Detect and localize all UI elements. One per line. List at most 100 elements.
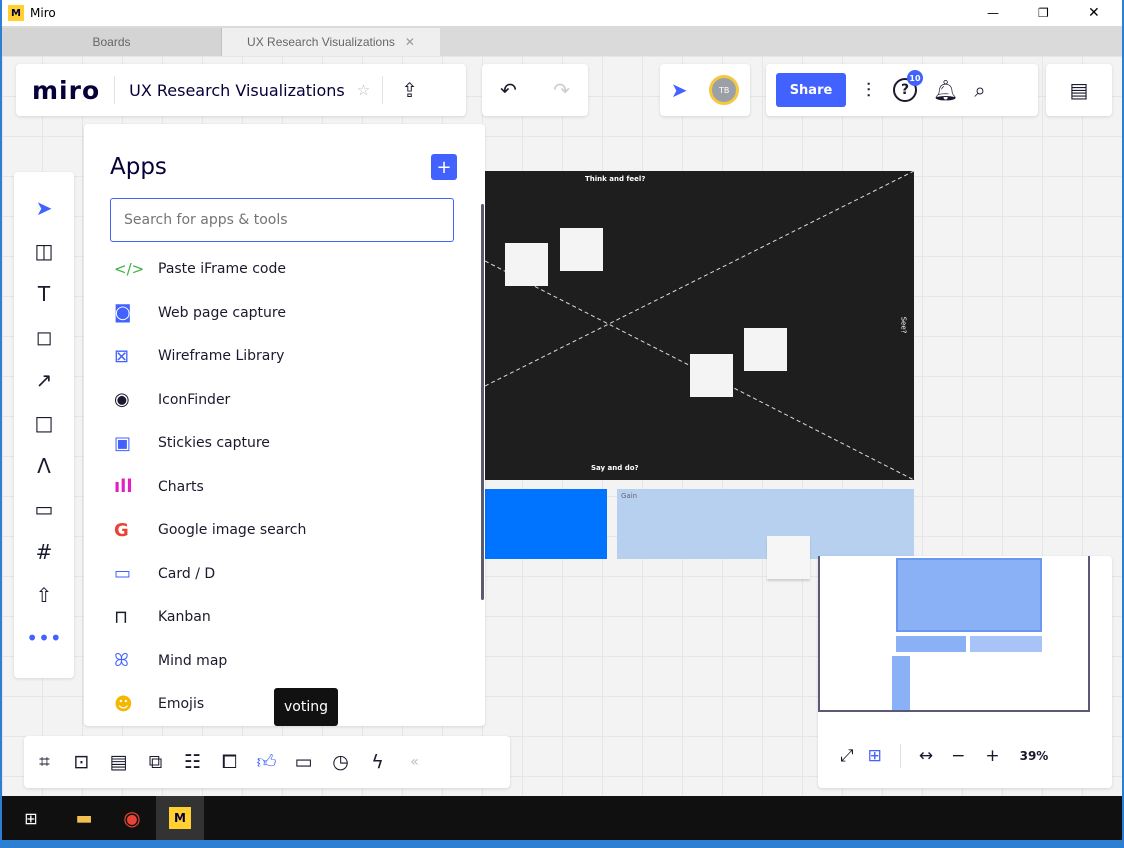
left-toolbar: ➤ ◫ T ◻ ↗ □ Λ ▭ # ⇧ ••• xyxy=(14,172,74,678)
file-explorer-icon[interactable]: ▬ xyxy=(60,808,108,829)
screen-share-icon[interactable]: ⧠ xyxy=(211,751,248,773)
miro-taskbar-icon[interactable]: M xyxy=(156,796,204,840)
search-icon[interactable]: ⌕ xyxy=(974,78,985,102)
sticky-note[interactable] xyxy=(560,228,603,271)
more-icon[interactable]: ••• xyxy=(14,616,74,659)
app-label: Kanban xyxy=(158,609,211,626)
minimize-button[interactable]: — xyxy=(987,6,999,20)
notes-icon[interactable]: ▤ xyxy=(1070,78,1089,102)
cards-icon[interactable]: ☷ xyxy=(174,751,211,773)
app-label: Wireframe Library xyxy=(158,348,285,365)
fit-width-icon[interactable]: ↔ xyxy=(919,746,933,766)
cursor-follow-icon[interactable]: ➤ xyxy=(671,78,688,102)
app-iconfinder[interactable]: ◉ IconFinder xyxy=(84,378,485,421)
sticky-note[interactable] xyxy=(767,536,810,579)
timer-icon[interactable]: ◷ xyxy=(322,751,359,773)
shape-icon[interactable]: □ xyxy=(14,401,74,444)
tab-close-icon[interactable]: ✕ xyxy=(405,35,415,49)
undo-redo-panel: ↶ ↷ xyxy=(482,64,588,116)
text-tool-icon[interactable]: T xyxy=(14,272,74,315)
miro-logo[interactable]: miro xyxy=(32,76,100,105)
close-button[interactable]: ✕ xyxy=(1088,5,1100,21)
presentation-icon[interactable]: ⊡ xyxy=(63,751,100,773)
zoom-out-button[interactable]: − xyxy=(951,746,965,766)
settings-sliders-icon[interactable]: ⫶ xyxy=(866,78,871,102)
collapse-icon[interactable]: « xyxy=(396,754,433,770)
arrow-icon[interactable]: ↗ xyxy=(14,358,74,401)
app-card[interactable]: ▭ Card / D xyxy=(84,552,485,595)
video-icon[interactable]: ▭ xyxy=(285,751,322,773)
mind-map-icon: ꕤ xyxy=(114,650,129,672)
upload-icon[interactable]: ⇧ xyxy=(14,573,74,616)
charts-icon: ıll xyxy=(114,476,133,498)
blue-block[interactable] xyxy=(485,489,607,559)
stickies-capture-icon: ▣ xyxy=(114,432,132,454)
frame-icon[interactable]: # xyxy=(14,530,74,573)
select-tool-icon[interactable]: ➤ xyxy=(14,186,74,229)
frames-icon[interactable]: ⌗ xyxy=(26,751,63,773)
sticky-note-icon[interactable]: ◻ xyxy=(14,315,74,358)
fullscreen-icon[interactable]: ⤢ xyxy=(840,746,854,766)
tab-boards[interactable]: Boards xyxy=(2,28,222,56)
undo-icon[interactable]: ↶ xyxy=(500,78,517,102)
pen-icon[interactable]: Λ xyxy=(14,444,74,487)
sticky-note[interactable] xyxy=(690,354,733,397)
divider xyxy=(114,76,116,104)
avatar[interactable]: TB xyxy=(709,75,740,105)
app-web-page-capture[interactable]: ◙ Web page capture xyxy=(84,291,485,334)
app-mind-map[interactable]: ꕤ Mind map xyxy=(84,639,485,682)
app-label: Charts xyxy=(158,478,204,495)
app-charts[interactable]: ıll Charts xyxy=(84,465,485,508)
tab-label: UX Research Visualizations xyxy=(247,35,395,49)
app-wireframe-library[interactable]: ⊠ Wireframe Library xyxy=(84,335,485,378)
board-title[interactable]: UX Research Visualizations xyxy=(129,81,345,100)
bell-icon[interactable]: 🔔︎ xyxy=(933,78,958,102)
miro-app-icon: M xyxy=(8,5,24,21)
apps-scrollbar[interactable] xyxy=(481,204,484,600)
map-icon[interactable]: ⊞ xyxy=(868,746,882,766)
google-icon: G xyxy=(114,519,129,541)
sticky-note[interactable] xyxy=(744,328,787,371)
window-titlebar: M Miro — ❐ ✕ xyxy=(2,0,1122,26)
tab-ux-research[interactable]: UX Research Visualizations ✕ xyxy=(222,28,440,56)
sticky-note[interactable] xyxy=(505,243,548,286)
code-icon: </> xyxy=(114,260,145,279)
empathy-map-frame[interactable]: Think and feel? Say and do? See? xyxy=(485,171,914,480)
gain-label: Gain xyxy=(621,492,638,500)
voting-icon[interactable]: 👍︎ xyxy=(248,751,285,774)
help-icon[interactable]: ? 10 xyxy=(893,70,923,102)
redo-icon[interactable]: ↷ xyxy=(553,78,570,102)
templates-icon[interactable]: ◫ xyxy=(14,229,74,272)
minimap-panel: ⤢ ⊞ ↔ − + 39% xyxy=(818,556,1112,788)
notes-panel: ▤ xyxy=(1046,64,1112,116)
apps-title: Apps xyxy=(110,154,167,180)
zoom-in-button[interactable]: + xyxy=(985,746,999,766)
minimap[interactable] xyxy=(818,556,1090,712)
app-paste-iframe[interactable]: </> Paste iFrame code xyxy=(84,248,485,291)
app-kanban[interactable]: ⊓ Kanban xyxy=(84,596,485,639)
comments-icon[interactable]: ▤ xyxy=(100,751,137,773)
web-capture-icon: ◙ xyxy=(114,302,132,324)
app-google-image-search[interactable]: G Google image search xyxy=(84,509,485,552)
chat-icon[interactable]: ⧉ xyxy=(137,751,174,773)
chrome-icon[interactable]: ◉ xyxy=(108,806,156,830)
lightning-icon[interactable]: ϟ xyxy=(359,751,396,773)
zoom-level[interactable]: 39% xyxy=(1020,749,1049,763)
iconfinder-icon: ◉ xyxy=(114,389,130,411)
comment-icon[interactable]: ▭ xyxy=(14,487,74,530)
export-icon[interactable]: ⇪ xyxy=(401,78,418,102)
app-stickies-capture[interactable]: ▣ Stickies capture xyxy=(84,422,485,465)
share-button[interactable]: Share xyxy=(776,73,846,107)
wireframe-icon: ⊠ xyxy=(114,345,130,367)
windows-start-icon[interactable]: ⊞ xyxy=(2,809,60,828)
bottom-label: Say and do? xyxy=(591,464,639,472)
taskbar: ⊞ ▬ ◉ M xyxy=(2,796,1122,840)
star-icon[interactable]: ☆ xyxy=(357,81,370,99)
card-icon: ▭ xyxy=(114,563,132,585)
apps-search-input[interactable] xyxy=(110,198,454,242)
window-title: Miro xyxy=(30,6,56,20)
app-label: Mind map xyxy=(158,652,228,669)
add-app-button[interactable]: + xyxy=(431,154,457,180)
restore-button[interactable]: ❐ xyxy=(1038,6,1049,20)
gain-block[interactable]: Gain xyxy=(617,489,914,559)
